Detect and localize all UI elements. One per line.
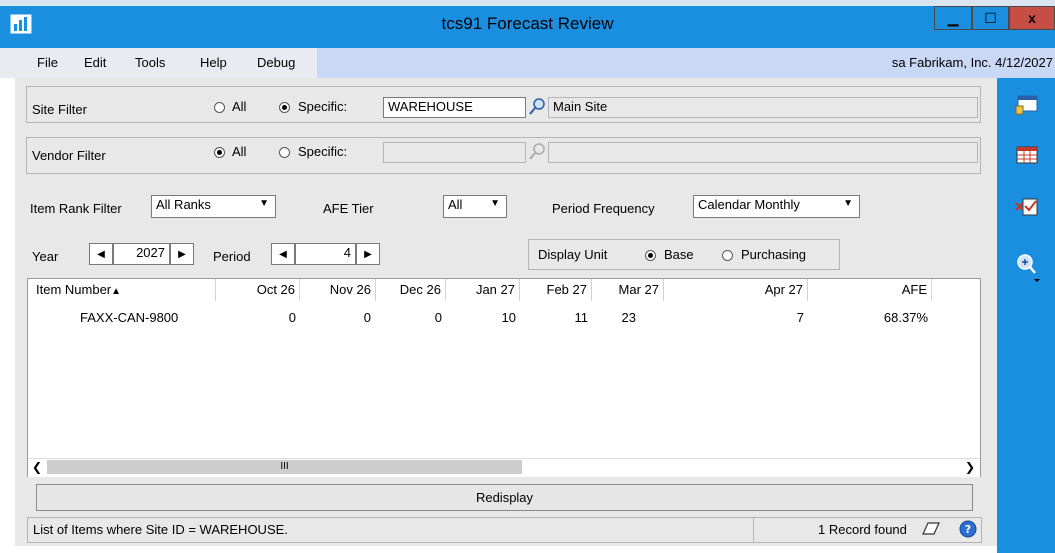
item-rank-filter-select[interactable]: All Ranks ▼	[151, 195, 276, 218]
menu-file[interactable]: File	[37, 55, 58, 70]
site-lookup-icon[interactable]	[528, 97, 548, 117]
user-company-date: sa Fabrikam, Inc. 4/12/2027	[891, 55, 1053, 70]
minimize-icon: ▁	[947, 9, 959, 26]
chevron-down-icon: ▼	[843, 198, 853, 209]
column-header-oct26[interactable]: Oct 26	[216, 279, 300, 301]
cell-afe: 68.37%	[883, 310, 928, 325]
close-button[interactable]: x	[1009, 6, 1055, 30]
display-unit-purchasing-radio[interactable]	[722, 250, 733, 261]
column-header-afe[interactable]: AFE	[808, 279, 932, 301]
vendor-filter-all-label: All	[232, 144, 247, 159]
arrow-left-icon: ◀	[97, 248, 105, 260]
vendor-filter-label: Vendor Filter	[32, 148, 106, 163]
period-field[interactable]: 4	[295, 243, 356, 265]
period-frequency-value: Calendar Monthly	[698, 197, 800, 212]
cell-apr27: 7	[796, 310, 804, 325]
scroll-right-icon[interactable]: ❯	[962, 459, 978, 475]
scroll-left-icon[interactable]: ❮	[29, 459, 45, 475]
table-icon[interactable]	[1016, 145, 1038, 165]
column-header-dec26[interactable]: Dec 26	[376, 279, 446, 301]
period-prev-button[interactable]: ◀	[271, 243, 295, 265]
afe-tier-select[interactable]: All ▼	[443, 195, 507, 218]
menu-debug[interactable]: Debug	[257, 55, 295, 70]
display-unit-purchasing-label: Purchasing	[741, 247, 807, 262]
vendor-description-field	[548, 142, 978, 163]
period-label: Period	[213, 249, 251, 264]
note-icon[interactable]	[921, 519, 941, 539]
arrow-right-icon: ▶	[364, 248, 372, 260]
zoom-in-icon[interactable]	[1014, 252, 1042, 282]
site-filter-all-radio[interactable]	[214, 102, 225, 113]
cell-oct26: 0	[288, 310, 296, 325]
year-field[interactable]: 2027	[113, 243, 170, 265]
chevron-down-icon: ▼	[490, 198, 500, 209]
site-description-field: Main Site	[548, 97, 978, 118]
column-header-apr27[interactable]: Apr 27	[664, 279, 808, 301]
chevron-down-icon: ▼	[259, 198, 269, 209]
arrow-right-icon: ▶	[178, 248, 186, 260]
display-unit-base-radio[interactable]	[645, 250, 656, 261]
period-next-button[interactable]: ▶	[356, 243, 380, 265]
cell-mar27: 23	[621, 310, 636, 325]
status-message: List of Items where Site ID = WAREHOUSE.	[33, 522, 288, 537]
column-header-item-number[interactable]: Item Number▲	[28, 279, 216, 301]
maximize-button[interactable]: ☐	[972, 6, 1009, 30]
site-id-field[interactable]: WAREHOUSE	[383, 97, 526, 118]
column-header-feb27[interactable]: Feb 27	[520, 279, 592, 301]
cell-item-number[interactable]: FAXX-CAN-9800	[80, 310, 178, 325]
site-filter-all-label: All	[232, 99, 247, 114]
cell-dec26: 0	[434, 310, 442, 325]
display-unit-base-label: Base	[664, 247, 694, 262]
help-icon[interactable]: ?	[959, 520, 977, 538]
period-frequency-label: Period Frequency	[552, 201, 655, 216]
forecast-grid: Item Number▲ Oct 26 Nov 26 Dec 26 Jan 27…	[27, 278, 981, 477]
afe-tier-value: All	[448, 197, 463, 212]
cell-nov26: 0	[363, 310, 371, 325]
arrow-left-icon: ◀	[279, 248, 287, 260]
window-icon[interactable]	[1015, 94, 1039, 116]
site-filter-specific-radio[interactable]	[279, 102, 290, 113]
vendor-filter-all-radio[interactable]	[214, 147, 225, 158]
column-header-nov26[interactable]: Nov 26	[300, 279, 376, 301]
vendor-lookup-icon	[528, 142, 548, 162]
status-divider	[753, 518, 754, 542]
menu-tools[interactable]: Tools	[135, 55, 165, 70]
cell-feb27: 11	[574, 310, 589, 325]
redisplay-button[interactable]: Redisplay	[36, 484, 973, 511]
sort-arrow-icon: ▲	[111, 286, 122, 297]
site-filter-specific-label: Specific:	[298, 99, 348, 114]
scrollbar-thumb[interactable]: III	[47, 460, 522, 474]
check-delete-icon[interactable]	[1015, 196, 1039, 218]
title-bar-top-strip	[0, 0, 1055, 6]
site-filter-label: Site Filter	[32, 102, 87, 117]
menu-help[interactable]: Help	[200, 55, 227, 70]
cell-jan27: 10	[501, 310, 516, 325]
year-label: Year	[32, 249, 59, 264]
column-header-jan27[interactable]: Jan 27	[446, 279, 520, 301]
year-prev-button[interactable]: ◀	[89, 243, 113, 265]
vendor-filter-specific-radio[interactable]	[279, 147, 290, 158]
close-icon: x	[1028, 10, 1036, 26]
item-rank-filter-label: Item Rank Filter	[30, 201, 122, 216]
menu-edit[interactable]: Edit	[84, 55, 106, 70]
display-unit-label: Display Unit	[538, 247, 608, 262]
period-frequency-select[interactable]: Calendar Monthly ▼	[693, 195, 860, 218]
vendor-id-field	[383, 142, 526, 163]
year-next-button[interactable]: ▶	[170, 243, 194, 265]
maximize-icon: ☐	[984, 9, 997, 26]
vendor-filter-specific-label: Specific:	[298, 144, 348, 159]
svg-text:?: ?	[965, 523, 971, 536]
record-count: 1 Record found	[818, 522, 907, 537]
minimize-button[interactable]: ▁	[934, 6, 972, 30]
item-rank-filter-value: All Ranks	[156, 197, 211, 212]
afe-tier-label: AFE Tier	[323, 201, 374, 216]
column-header-mar27[interactable]: Mar 27	[592, 279, 664, 301]
window-title: tcs91 Forecast Review	[441, 14, 614, 33]
